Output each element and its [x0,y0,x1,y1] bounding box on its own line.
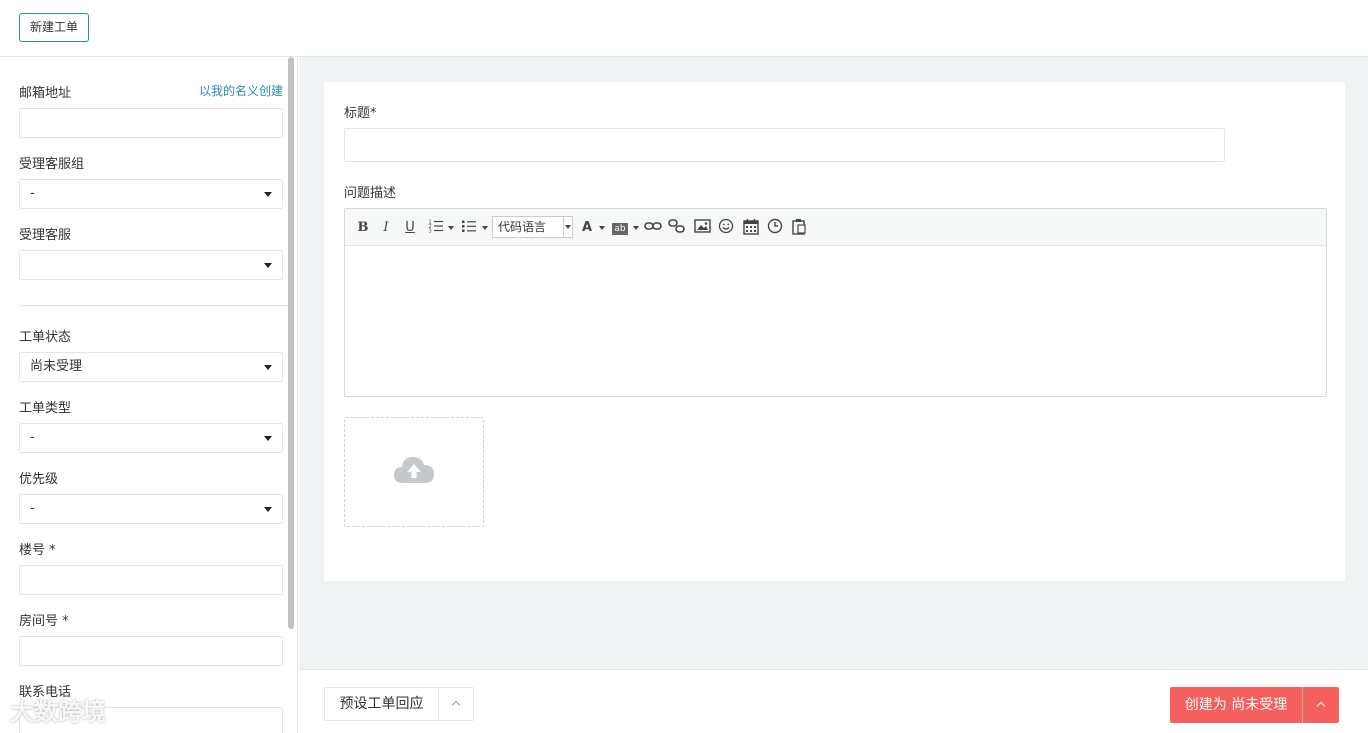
caret-down-icon [563,217,572,237]
agent-select[interactable] [19,250,283,280]
action-footer: 预设工单回应 创建为 尚未受理 [299,669,1368,733]
caret-down-icon [264,263,272,268]
ticket-status-value: 尚未受理 [30,359,83,374]
highlight-button[interactable]: ab [611,218,629,238]
watermark: 大数跨境 [10,698,106,726]
highlight-icon: ab [612,223,628,235]
room-label: 房间号 * [19,614,69,629]
ticket-type-value: - [30,430,35,445]
cloud-upload-icon [394,457,434,483]
bold-button[interactable]: B [355,218,371,238]
clock-icon [767,218,783,234]
title-label: 标题* [344,106,377,121]
top-bar: 新建工单 [0,0,1368,57]
preset-reply-button[interactable]: 预设工单回应 [325,688,439,720]
ticket-type-label: 工单类型 [19,401,72,416]
caret-down-icon[interactable] [633,226,639,230]
code-language-value: 代码语言 [498,220,547,234]
unlink-button[interactable] [668,218,686,238]
ordered-list-button[interactable]: 123 [427,218,445,238]
insert-date-button[interactable] [742,218,760,238]
create-ticket-button[interactable]: 创建为 尚未受理 [1170,687,1303,723]
ticket-status-label: 工单状态 [19,330,72,345]
sidebar-divider [19,305,289,306]
caret-down-icon [264,507,272,512]
agent-label: 受理客服 [19,228,72,243]
emoji-button[interactable] [717,218,735,238]
ticket-status-select[interactable]: 尚未受理 [19,352,283,382]
underline-button[interactable]: U [402,218,418,238]
unlink-icon [668,219,685,233]
image-icon [693,219,711,233]
code-language-select[interactable]: 代码语言 [492,216,573,238]
service-group-label: 受理客服组 [19,157,85,172]
email-label: 邮箱地址 [19,86,72,101]
service-group-value: - [30,186,35,201]
create-ticket-button-group: 创建为 尚未受理 [1170,687,1339,723]
create-as-self-link[interactable]: 以我的名义创建 [199,82,283,99]
caret-down-icon [264,436,272,441]
chevron-up-icon [1316,701,1326,711]
link-icon [644,222,662,230]
bullet-list-button[interactable] [460,218,478,238]
building-input[interactable] [19,565,283,595]
building-label: 楼号 * [19,543,56,558]
caret-down-icon[interactable] [482,226,488,230]
room-input[interactable] [19,636,283,666]
link-button[interactable] [644,218,662,238]
svg-text:3: 3 [429,229,432,235]
service-group-select[interactable]: - [19,179,283,209]
description-editor[interactable]: B I U 123 代码语言 A ab [344,208,1327,397]
font-color-button[interactable]: A [579,218,595,238]
calendar-icon [743,219,759,235]
main-content-area: 标题* 问题描述 B I U 123 代码语言 A ab [299,57,1368,669]
email-input[interactable] [19,108,283,138]
preset-reply-toggle[interactable] [439,688,473,720]
chevron-up-icon [451,700,461,710]
smiley-icon [718,218,734,234]
priority-select[interactable]: - [19,494,283,524]
bullet-list-icon [462,220,476,232]
title-input[interactable] [344,128,1225,162]
paste-button[interactable] [790,218,808,238]
caret-down-icon[interactable] [599,226,605,230]
caret-down-icon [264,365,272,370]
priority-label: 优先级 [19,472,59,487]
insert-time-button[interactable] [766,218,784,238]
sidebar-scrollbar[interactable] [288,57,294,629]
attachment-upload-area[interactable] [344,417,484,527]
description-label: 问题描述 [344,186,397,201]
priority-value: - [30,501,35,516]
insert-image-button[interactable] [693,218,711,238]
italic-button[interactable]: I [378,218,394,238]
editor-toolbar: B I U 123 代码语言 A ab [345,209,1326,246]
new-ticket-button[interactable]: 新建工单 [19,13,89,42]
clipboard-icon [792,219,806,235]
caret-down-icon [264,192,272,197]
create-status-toggle[interactable] [1303,687,1339,723]
ticket-type-select[interactable]: - [19,423,283,453]
ticket-form-card: 标题* 问题描述 B I U 123 代码语言 A ab [324,82,1345,581]
caret-down-icon[interactable] [448,226,454,230]
preset-reply-button-group: 预设工单回应 [324,687,474,721]
ticket-properties-sidebar: 邮箱地址 以我的名义创建 受理客服组 - 受理客服 工单状态 尚未受理 工单类型… [0,57,298,733]
ordered-list-icon: 123 [429,220,443,235]
